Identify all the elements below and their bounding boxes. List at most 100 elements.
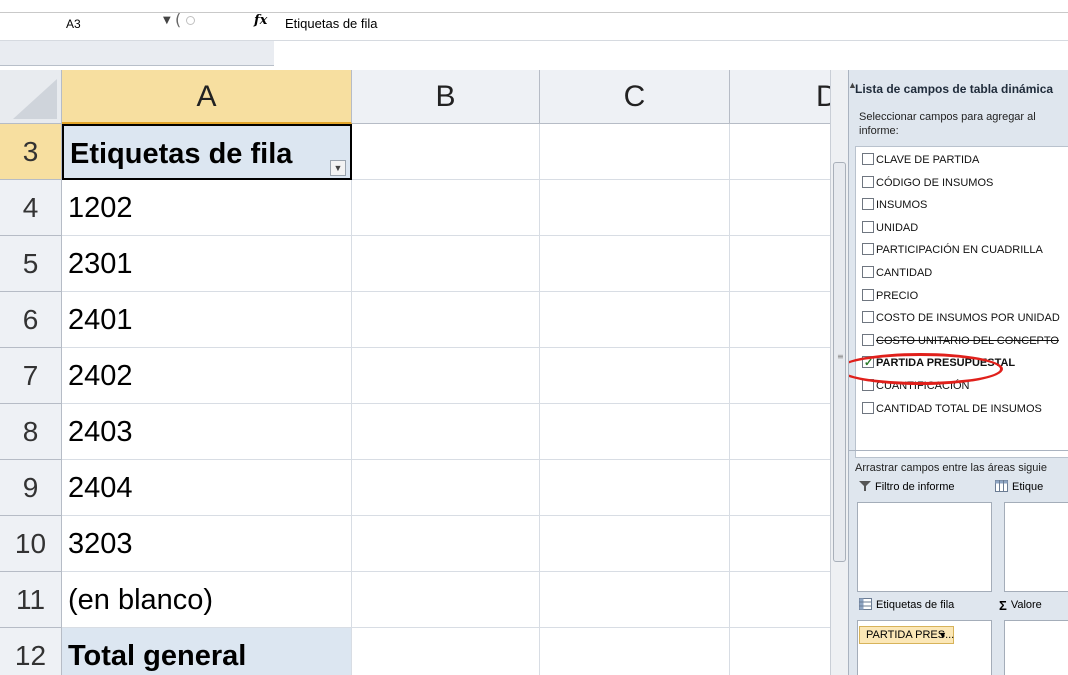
empty-cell[interactable]: [540, 572, 730, 628]
vertical-scrollbar[interactable]: ≡: [830, 70, 848, 675]
grip-icon: ≡: [837, 352, 844, 361]
name-box[interactable]: A3: [66, 17, 81, 31]
field-item[interactable]: COSTO UNITARIO DEL CONCEPTO: [862, 330, 1059, 352]
field-label: PRECIO: [876, 289, 919, 302]
formula-cancel-icon[interactable]: [186, 16, 195, 25]
row-header[interactable]: 12: [0, 628, 62, 675]
empty-cell[interactable]: [730, 348, 830, 404]
values-dropzone[interactable]: [1004, 620, 1068, 675]
empty-cell[interactable]: [352, 348, 540, 404]
column-header-c[interactable]: C: [540, 70, 730, 124]
field-item[interactable]: PARTICIPACIÓN EN CUADRILLA: [862, 239, 1043, 261]
checkbox-icon[interactable]: [862, 220, 874, 233]
empty-cell[interactable]: [540, 292, 730, 348]
empty-cell[interactable]: [540, 348, 730, 404]
row-header[interactable]: 10: [0, 516, 62, 572]
empty-cell[interactable]: [540, 460, 730, 516]
insert-function-icon[interactable]: fx: [254, 13, 267, 28]
empty-cell[interactable]: [540, 516, 730, 572]
empty-cell[interactable]: [730, 404, 830, 460]
empty-cell[interactable]: [540, 628, 730, 675]
empty-cell[interactable]: [730, 124, 830, 180]
cell-a6[interactable]: 2401: [62, 292, 352, 348]
row-header[interactable]: 8: [0, 404, 62, 460]
name-box-dropdown-icon[interactable]: ▼: [163, 15, 171, 26]
cell-a11[interactable]: (en blanco): [62, 572, 352, 628]
empty-cell[interactable]: [352, 236, 540, 292]
checkbox-icon[interactable]: [862, 288, 874, 301]
field-item[interactable]: INSUMOS: [862, 194, 927, 216]
cell-a7[interactable]: 2402: [62, 348, 352, 404]
empty-cell[interactable]: [352, 292, 540, 348]
checkbox-icon[interactable]: [862, 175, 874, 188]
row-header[interactable]: 5: [0, 236, 62, 292]
field-item[interactable]: UNIDAD: [862, 217, 918, 239]
empty-cell[interactable]: [730, 628, 830, 675]
empty-cell[interactable]: [352, 124, 540, 180]
empty-cell[interactable]: [352, 572, 540, 628]
empty-cell[interactable]: [540, 180, 730, 236]
empty-cell[interactable]: [352, 628, 540, 675]
checkbox-icon[interactable]: [862, 243, 874, 256]
row-header[interactable]: 11: [0, 572, 62, 628]
field-label: INSUMOS: [876, 199, 928, 212]
sigma-icon: Σ: [999, 598, 1007, 613]
empty-cell[interactable]: [730, 292, 830, 348]
field-label: PARTICIPACIÓN EN CUADRILLA: [876, 244, 1043, 257]
row-header[interactable]: 3: [0, 124, 62, 180]
checkbox-icon[interactable]: [862, 266, 874, 278]
field-label: CANTIDAD: [876, 267, 933, 279]
checkbox-icon[interactable]: [862, 198, 874, 211]
field-item[interactable]: CÓDIGO DE INSUMOS: [862, 172, 993, 194]
empty-cell[interactable]: [540, 124, 730, 180]
cell-a9[interactable]: 2404: [62, 460, 352, 516]
scrollbar-thumb[interactable]: ≡: [833, 162, 846, 562]
empty-cell[interactable]: [730, 236, 830, 292]
field-item[interactable]: CANTIDAD TOTAL DE INSUMOS: [862, 398, 1042, 420]
field-item[interactable]: COSTO DE INSUMOS POR UNIDAD: [862, 307, 1060, 329]
row-field-pill[interactable]: PARTIDA PRES... ▼: [859, 626, 954, 644]
panel-instruction: Seleccionar campos para agregar al infor…: [859, 111, 1036, 137]
column-labels-dropzone[interactable]: [1004, 502, 1068, 592]
empty-cell[interactable]: [730, 460, 830, 516]
column-header-a[interactable]: A: [62, 70, 352, 124]
cell-a3[interactable]: Etiquetas de fila ▼: [62, 124, 352, 180]
report-filter-dropzone[interactable]: [857, 502, 992, 592]
empty-cell[interactable]: [730, 516, 830, 572]
field-label: COSTO UNITARIO DEL CONCEPTO: [876, 334, 1059, 347]
cell-a5[interactable]: 2301: [62, 236, 352, 292]
empty-cell[interactable]: [352, 516, 540, 572]
row-header[interactable]: 4: [0, 180, 62, 236]
filter-dropdown-icon[interactable]: ▼: [330, 160, 346, 176]
field-item[interactable]: CANTIDAD: [862, 262, 932, 284]
field-label: CÓDIGO DE INSUMOS: [876, 176, 994, 189]
empty-cell[interactable]: [352, 404, 540, 460]
checkbox-icon[interactable]: [862, 401, 874, 414]
filter-icon: [859, 480, 871, 495]
cell-a4[interactable]: 1202: [62, 180, 352, 236]
row-header[interactable]: 6: [0, 292, 62, 348]
cell-a10[interactable]: 3203: [62, 516, 352, 572]
cell-a8[interactable]: 2403: [62, 404, 352, 460]
cell-a12[interactable]: Total general: [62, 628, 352, 675]
checkbox-icon[interactable]: [862, 311, 874, 324]
pill-dropdown-icon[interactable]: ▼: [938, 627, 947, 643]
field-item[interactable]: PRECIO: [862, 285, 918, 307]
empty-cell[interactable]: [540, 404, 730, 460]
empty-cell[interactable]: [352, 460, 540, 516]
field-item[interactable]: CLAVE DE PARTIDA: [862, 149, 979, 171]
formula-input[interactable]: Etiquetas de fila: [285, 16, 378, 31]
field-list: CLAVE DE PARTIDA CÓDIGO DE INSUMOS INSUMOS…: [855, 146, 1068, 458]
empty-cell[interactable]: [730, 180, 830, 236]
row-header[interactable]: 9: [0, 460, 62, 516]
row-header[interactable]: 7: [0, 348, 62, 404]
checkbox-icon[interactable]: [862, 153, 874, 165]
column-header-b[interactable]: B: [352, 70, 540, 124]
select-all-corner[interactable]: [0, 70, 62, 124]
formula-bar: A3 ▼ ( fx Etiquetas de fila: [0, 0, 1068, 66]
empty-cell[interactable]: [540, 236, 730, 292]
checkbox-icon[interactable]: [862, 333, 874, 346]
column-header-d[interactable]: D: [730, 70, 830, 124]
empty-cell[interactable]: [352, 180, 540, 236]
empty-cell[interactable]: [730, 572, 830, 628]
